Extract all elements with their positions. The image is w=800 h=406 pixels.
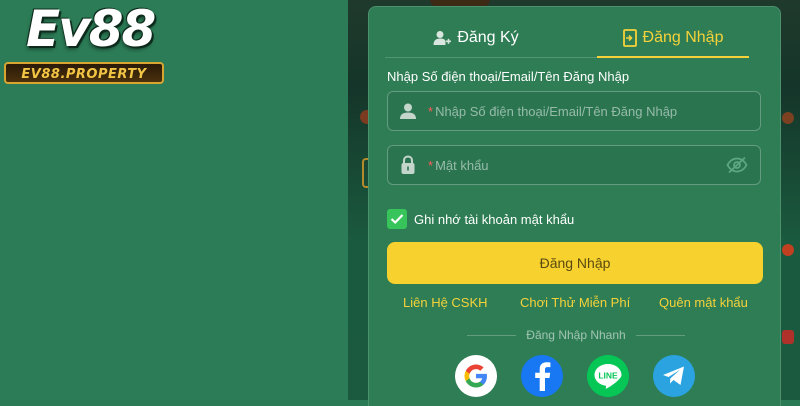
background-decoration [782, 112, 794, 124]
facebook-login-button[interactable] [521, 355, 563, 397]
username-label: Nhập Số điện thoại/Email/Tên Đăng Nhập [387, 69, 630, 84]
required-mark: * [428, 157, 434, 173]
background-decoration [782, 330, 794, 344]
check-icon [390, 214, 404, 225]
quick-login-label: Đăng Nhập Nhanh [526, 328, 626, 342]
username-placeholder: Nhập Số điện thoại/Email/Tên Đăng Nhập [435, 103, 678, 119]
line-login-button[interactable]: LINE [587, 355, 629, 397]
login-button[interactable]: Đăng Nhập [387, 242, 763, 284]
tab-register[interactable]: Đăng Ký [385, 19, 567, 57]
svg-text:LINE: LINE [598, 371, 618, 381]
tab-login[interactable]: Đăng Nhập [597, 19, 749, 58]
line-icon: LINE [594, 364, 622, 389]
tab-register-label: Đăng Ký [457, 29, 519, 46]
required-mark: * [428, 103, 434, 119]
free-trial-link[interactable]: Chơi Thử Miễn Phí [520, 295, 630, 310]
forgot-password-link[interactable]: Quên mật khẩu [659, 295, 748, 310]
remember-me[interactable]: Ghi nhớ tài khoản mật khẩu [387, 209, 574, 229]
lock-icon [388, 155, 428, 175]
password-input[interactable]: * Mật khẩu [387, 145, 761, 185]
password-placeholder: Mật khẩu [435, 157, 489, 173]
user-icon [388, 102, 428, 120]
background-decoration [782, 244, 794, 256]
remember-label: Ghi nhớ tài khoản mật khẩu [414, 211, 575, 227]
google-login-button[interactable] [455, 355, 497, 397]
telegram-login-button[interactable] [653, 355, 695, 397]
eye-off-icon[interactable] [726, 156, 748, 179]
support-link[interactable]: Liên Hệ CSKH [403, 295, 488, 310]
google-icon [464, 364, 487, 388]
social-login-buttons: LINE [455, 355, 695, 397]
helper-links: Liên Hệ CSKH Chơi Thử Miễn Phí Quên mật … [387, 295, 763, 313]
divider-line [467, 334, 517, 336]
quick-login-divider: Đăng Nhập Nhanh [467, 327, 685, 343]
logo-subtext: EV88.PROPERTY [4, 62, 164, 84]
divider-line [635, 334, 685, 336]
user-add-icon [433, 30, 452, 46]
login-modal: Đăng Ký Đăng Nhập Nhập Số điện thoại/Ema… [368, 6, 781, 406]
logo-text: Ev88 [26, 0, 156, 58]
auth-tabs: Đăng Ký Đăng Nhập [385, 19, 749, 58]
tab-login-label: Đăng Nhập [642, 29, 724, 46]
username-input[interactable]: * Nhập Số điện thoại/Email/Tên Đăng Nhập [387, 91, 761, 131]
remember-checkbox[interactable] [387, 209, 407, 229]
facebook-icon [535, 362, 551, 391]
login-door-icon [622, 29, 637, 47]
telegram-icon [663, 366, 684, 385]
brand-logo[interactable]: Ev88 EV88.PROPERTY [4, 0, 169, 86]
